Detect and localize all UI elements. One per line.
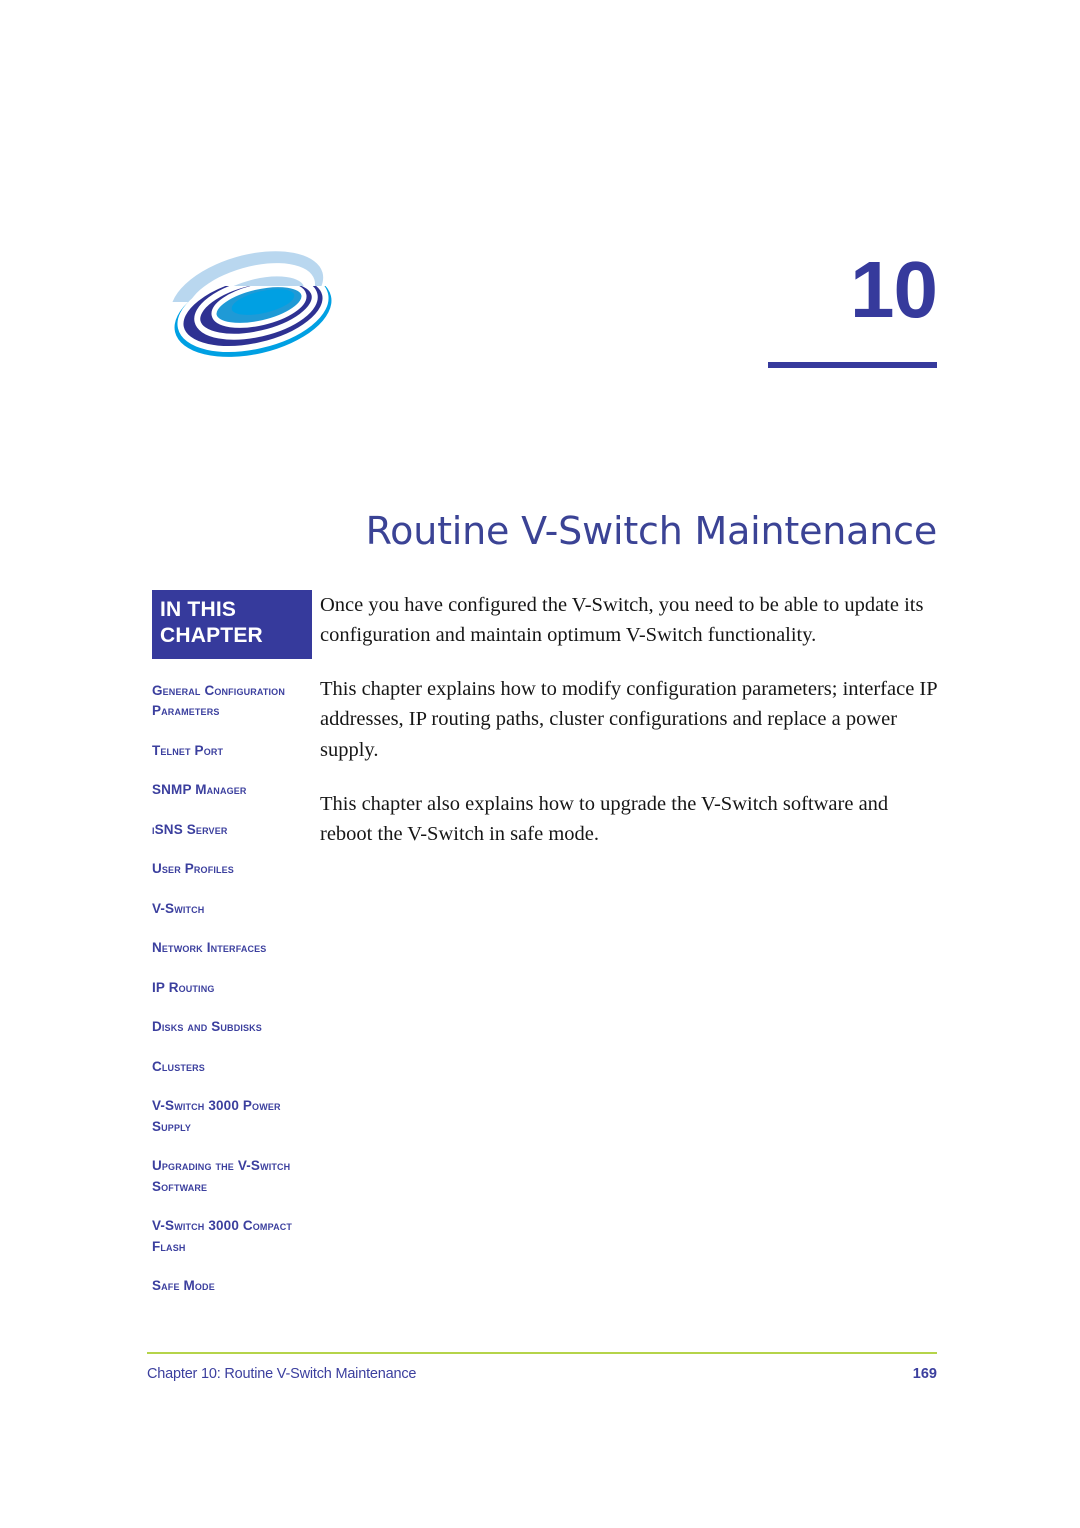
chapter-intro-body: Once you have configured the V-Switch, y… bbox=[320, 590, 940, 873]
page-header: 10 bbox=[0, 0, 1080, 400]
toc-item-v-switch-3000-compact-flash[interactable]: V-Switch 3000 Compact Flash bbox=[152, 1216, 312, 1257]
swirl-globe-logo bbox=[155, 228, 345, 373]
toc-item-general-configuration-parameters[interactable]: General Configuration Parameters bbox=[152, 681, 312, 722]
in-this-chapter-heading-line1: IN THIS bbox=[160, 598, 237, 621]
toc-item-v-switch-3000-power-supply[interactable]: V-Switch 3000 Power Supply bbox=[152, 1096, 312, 1137]
toc-item-network-interfaces[interactable]: Network Interfaces bbox=[152, 938, 312, 959]
toc-item-disks-and-subdisks[interactable]: Disks and Subdisks bbox=[152, 1017, 312, 1038]
footer-row: Chapter 10: Routine V-Switch Maintenance… bbox=[147, 1366, 937, 1382]
intro-paragraph-2: This chapter explains how to modify conf… bbox=[320, 678, 937, 761]
intro-paragraph-1: Once you have configured the V-Switch, y… bbox=[320, 594, 924, 647]
in-this-chapter-sidebar: IN THIS CHAPTER General Configuration Pa… bbox=[152, 590, 312, 1297]
chapter-number-rule bbox=[768, 362, 937, 368]
in-this-chapter-heading: IN THIS CHAPTER bbox=[152, 590, 312, 659]
toc-item-telnet-port[interactable]: Telnet Port bbox=[152, 741, 312, 762]
footer-page-number: 169 bbox=[912, 1366, 937, 1382]
toc-item-safe-mode[interactable]: Safe Mode bbox=[152, 1276, 312, 1297]
intro-paragraph-3: This chapter also explains how to upgrad… bbox=[320, 792, 889, 845]
toc-item-snmp-manager[interactable]: SNMP Manager bbox=[152, 780, 312, 801]
chapter-number: 10 bbox=[850, 245, 938, 334]
toc-item-user-profiles[interactable]: User Profiles bbox=[152, 859, 312, 880]
toc-item-upgrading-the-v-switch-software[interactable]: Upgrading the V-Switch Software bbox=[152, 1156, 312, 1197]
in-this-chapter-heading-line2: CHAPTER bbox=[160, 624, 263, 648]
toc-item-ip-routing[interactable]: IP Routing bbox=[152, 978, 312, 999]
footer-divider bbox=[147, 1352, 937, 1354]
chapter-opener-page: 10 Routine V-Switch Maintenance IN THIS … bbox=[0, 0, 1080, 1528]
toc-item-isns-server[interactable]: iSNS Server bbox=[152, 820, 312, 841]
toc-item-v-switch[interactable]: V-Switch bbox=[152, 899, 312, 920]
toc-item-clusters[interactable]: Clusters bbox=[152, 1057, 312, 1078]
chapter-toc-list: General Configuration Parameters Telnet … bbox=[152, 681, 312, 1297]
footer-chapter-label: Chapter 10: Routine V-Switch Maintenance bbox=[147, 1366, 417, 1382]
page-title: Routine V-Switch Maintenance bbox=[365, 509, 938, 553]
page-footer: Chapter 10: Routine V-Switch Maintenance… bbox=[147, 1352, 937, 1382]
